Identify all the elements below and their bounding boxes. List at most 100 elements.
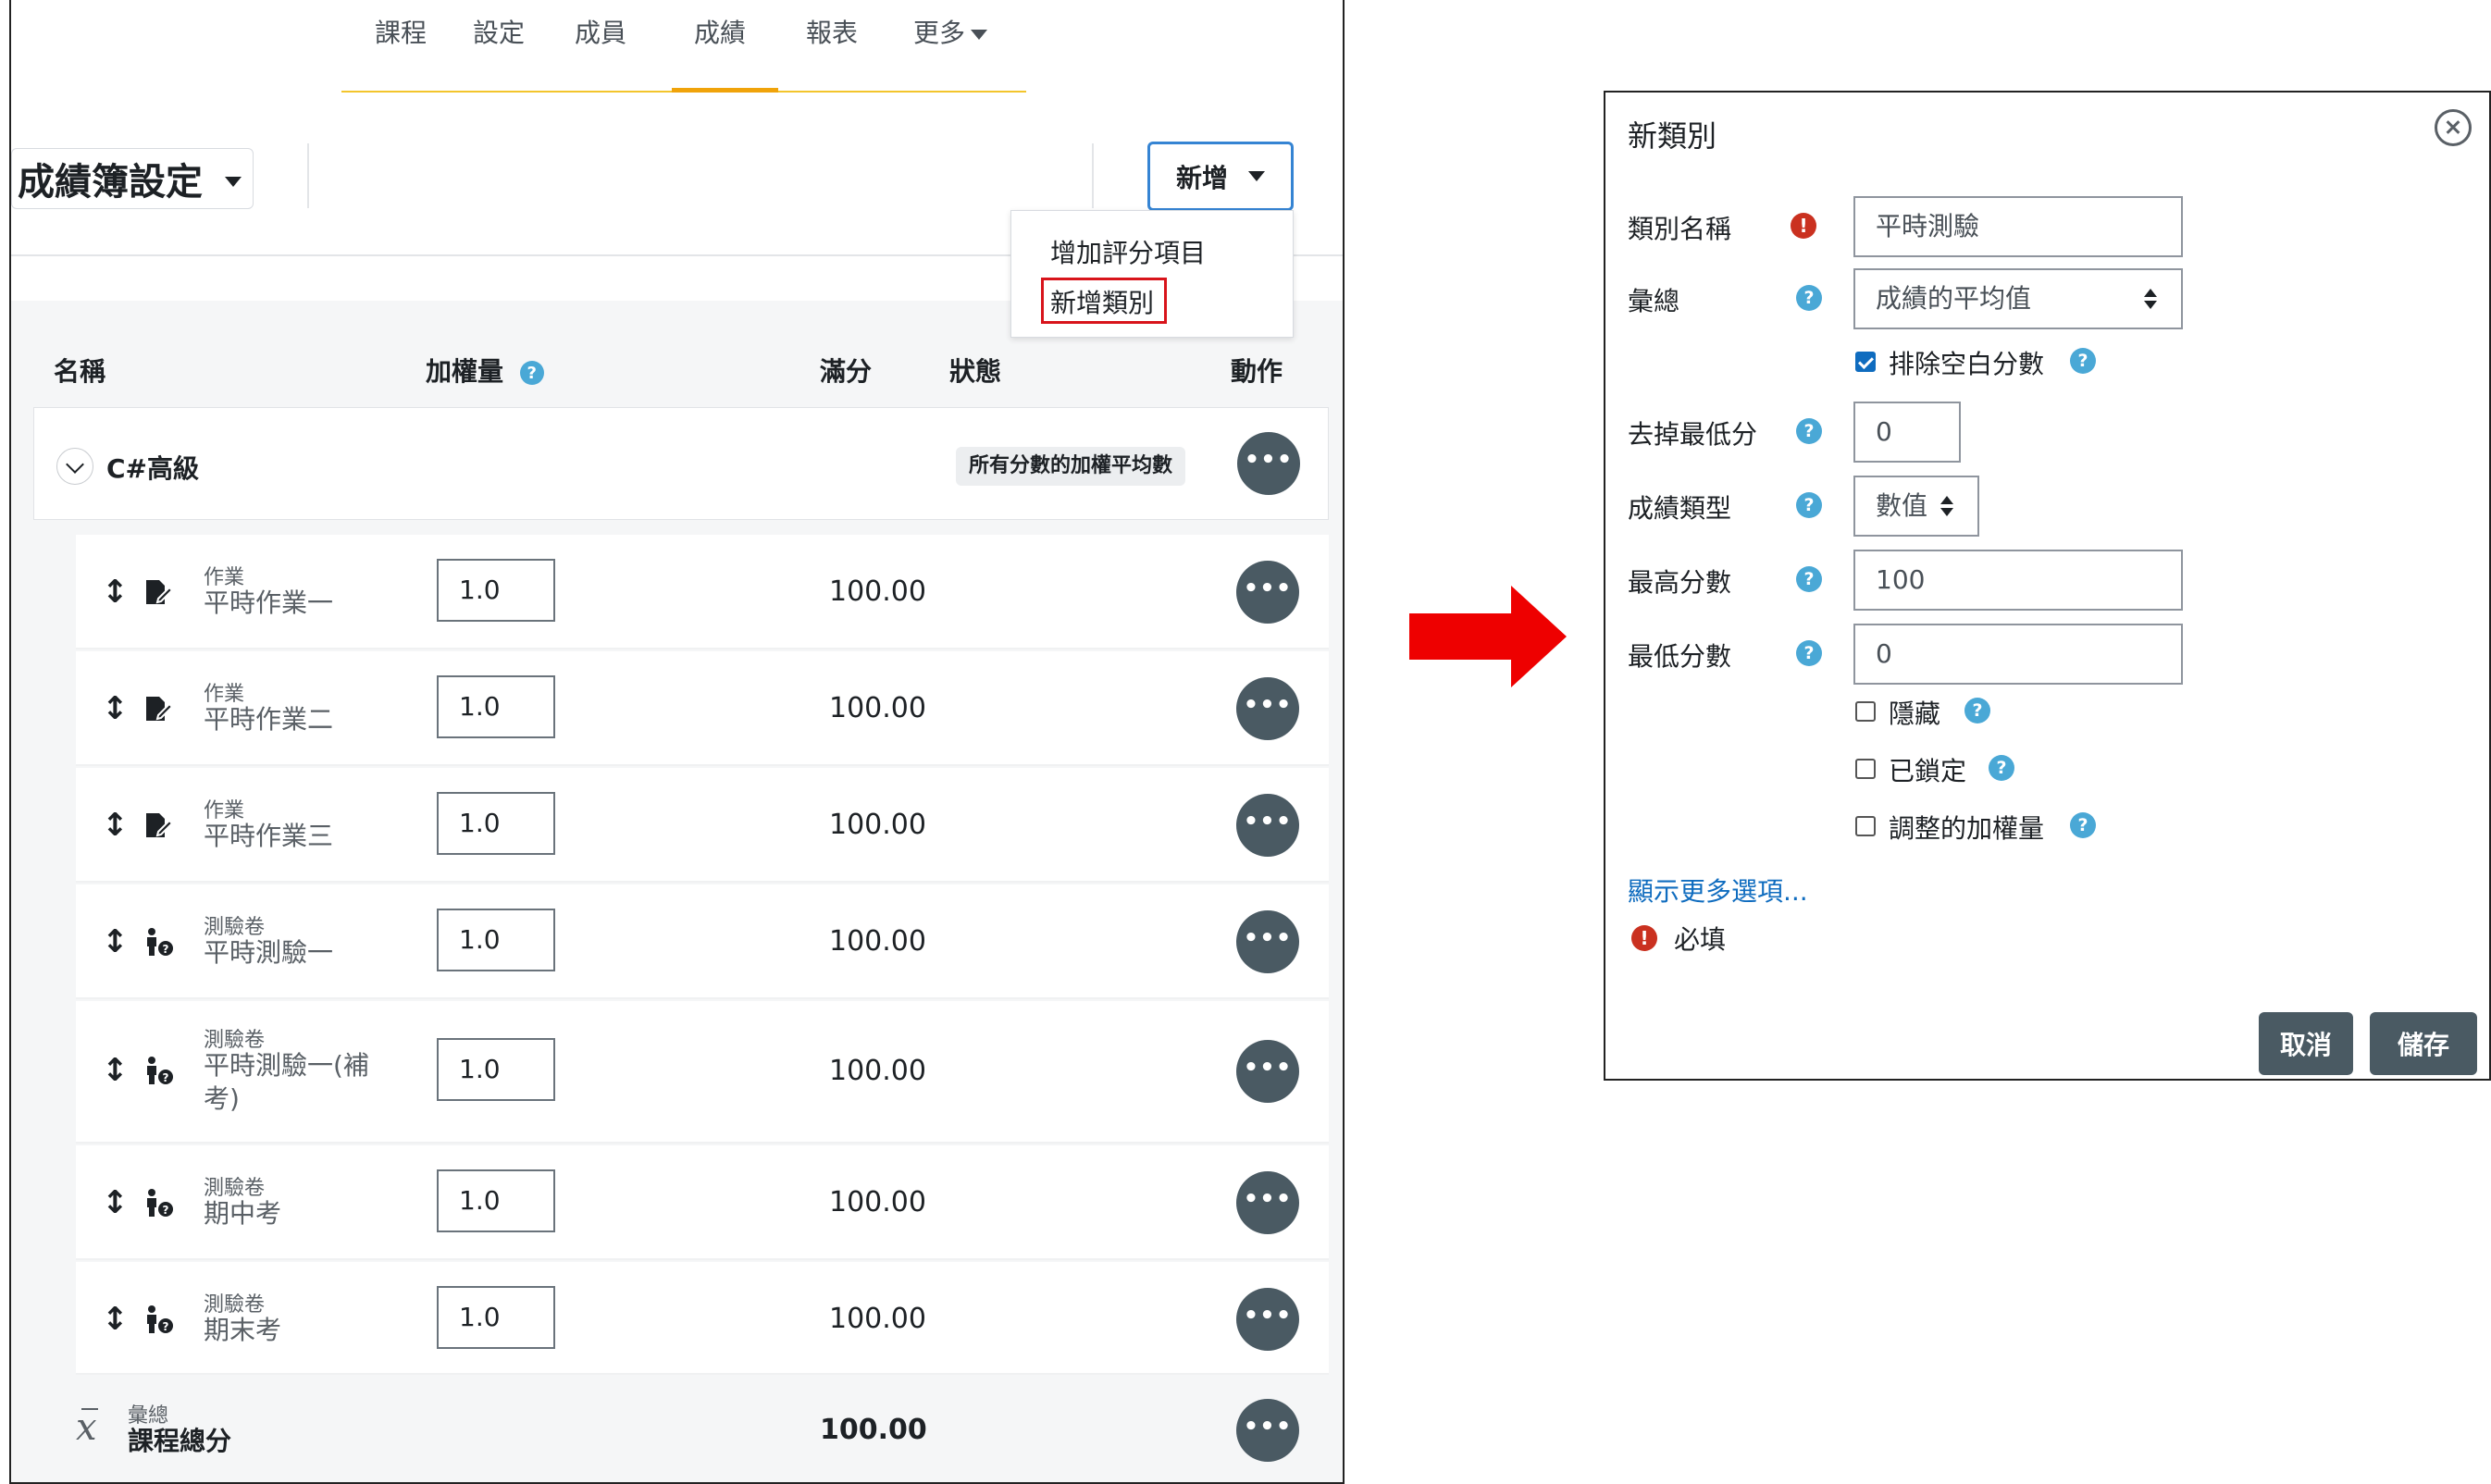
category-actions-button[interactable]: ••• [1237,432,1300,495]
weight-adjusted-checkbox[interactable] [1855,816,1876,836]
drag-handle-icon[interactable]: ↕ [102,1052,129,1089]
item-name[interactable]: 平時作業二 [204,703,333,736]
gradebook-setup-selector[interactable]: 成績簿設定 [11,148,254,209]
item-name[interactable]: 平時測驗一(補考) [204,1049,389,1116]
drag-handle-icon[interactable]: ↕ [102,574,129,611]
add-button-label: 新增 [1175,162,1228,193]
required-icon: ! [1791,213,1816,239]
close-icon[interactable] [2435,109,2472,146]
help-icon[interactable]: ? [519,361,544,385]
item-actions-button[interactable]: ••• [1236,677,1299,740]
item-actions-button[interactable]: ••• [1236,794,1299,857]
cancel-button[interactable]: 取消 [2259,1012,2353,1075]
total-actions-button[interactable]: ••• [1236,1399,1299,1462]
col-header-status: 狀態 [949,356,1002,387]
highlight-box [1041,278,1167,324]
more-icon: ••• [1243,924,1293,952]
category-name-input[interactable]: 平時測驗 [1853,196,2183,257]
help-icon[interactable]: ? [2070,812,2096,838]
drag-handle-icon[interactable]: ↕ [102,1184,129,1221]
item-name[interactable]: 平時作業一 [204,587,333,620]
drag-handle-icon[interactable]: ↕ [102,690,129,727]
aggregation-symbol-icon: x [76,1406,98,1449]
drag-handle-icon[interactable]: ↕ [102,807,129,844]
help-icon[interactable]: ? [1796,285,1822,311]
max-grade: 100.00 [829,925,926,958]
help-icon[interactable]: ? [1796,418,1822,444]
menu-add-grade-item[interactable]: 增加評分項目 [1050,233,1206,270]
label-weight-adjusted: 調整的加權量 [1889,813,2045,844]
exclude-empty-checkbox[interactable] [1855,352,1876,372]
min-grade-input[interactable]: 0 [1853,624,2183,685]
item-name[interactable]: 期末考 [204,1314,281,1347]
quiz-icon: ? [147,1305,173,1333]
collapse-chevron-icon[interactable] [56,448,93,485]
category-row: C#高級 所有分數的加權平均數 ••• [33,407,1329,520]
item-actions-button[interactable]: ••• [1236,561,1299,624]
help-icon[interactable]: ? [1796,640,1822,666]
drag-handle-icon[interactable]: ↕ [102,923,129,960]
label-grade-type: 成績類型 [1628,493,1732,524]
nav-grades[interactable]: 成績 [672,13,778,93]
grade-type-select[interactable]: 數值 [1853,476,1979,537]
save-button[interactable]: 儲存 [2370,1012,2477,1075]
new-category-dialog: 新類別 類別名稱 ! 平時測驗 彙總 ? 成績的平均值 排除空白分數 ? 去掉最… [1604,91,2491,1081]
help-icon[interactable]: ? [2070,348,2096,374]
more-icon: ••• [1243,1054,1293,1082]
nav-participants[interactable]: 成員 [575,13,626,93]
item-name[interactable]: 平時作業三 [204,820,333,853]
table-row: ↕ ? 測驗卷 平時測驗一 1.0 100.00 ••• [76,884,1329,999]
item-actions-button[interactable]: ••• [1236,1171,1299,1234]
label-hidden: 隱藏 [1889,699,1941,729]
nav-course[interactable]: 課程 [375,13,427,93]
nav-more[interactable]: 更多 [913,13,988,93]
assignment-icon [146,813,174,837]
label-drop-lowest: 去掉最低分 [1628,419,1758,450]
nav-reports[interactable]: 報表 [806,13,858,93]
more-icon: ••• [1243,1413,1293,1441]
weight-input[interactable]: 1.0 [437,1169,555,1232]
more-icon: ••• [1243,691,1293,719]
drop-lowest-input[interactable]: 0 [1853,402,1961,463]
max-grade-input[interactable]: 100 [1853,550,2183,611]
weight-input[interactable]: 1.0 [437,1286,555,1349]
assignment-icon [146,697,174,721]
course-nav: 課程 設定 成員 成績 報表 更多 [341,0,1026,93]
col-header-name: 名稱 [54,356,106,387]
locked-checkbox[interactable] [1855,759,1876,779]
weight-input[interactable]: 1.0 [437,559,555,622]
svg-text:?: ? [163,1320,169,1333]
quiz-icon: ? [147,1189,173,1217]
label-locked: 已鎖定 [1889,756,1967,786]
more-icon: ••• [1243,808,1293,835]
drag-handle-icon[interactable]: ↕ [102,1301,129,1338]
nav-more-label: 更多 [913,18,966,48]
table-row: ↕ 作業 平時作業二 1.0 100.00 ••• [76,651,1329,766]
show-more-options-link[interactable]: 顯示更多選項... [1628,872,1808,909]
item-name[interactable]: 期中考 [204,1197,281,1230]
help-icon[interactable]: ? [1796,566,1822,592]
nav-settings[interactable]: 設定 [473,13,525,93]
weight-input[interactable]: 1.0 [437,909,555,971]
item-name[interactable]: 平時測驗一 [204,936,333,970]
svg-text:?: ? [163,1071,169,1084]
hidden-checkbox[interactable] [1855,701,1876,722]
help-icon[interactable]: ? [1796,492,1822,518]
item-actions-button[interactable]: ••• [1236,910,1299,973]
assignment-icon [146,580,174,604]
item-actions-button[interactable]: ••• [1236,1040,1299,1103]
weight-input[interactable]: 1.0 [437,792,555,855]
aggregation-select[interactable]: 成績的平均值 [1853,268,2183,329]
weight-input[interactable]: 1.0 [437,1038,555,1101]
item-actions-button[interactable]: ••• [1236,1288,1299,1351]
add-button[interactable]: 新增 [1147,142,1294,211]
help-icon[interactable]: ? [1964,698,1990,723]
max-grade: 100.00 [829,1303,926,1335]
label-category-name: 類別名稱 [1628,214,1732,244]
weight-input[interactable]: 1.0 [437,675,555,738]
label-max-grade: 最高分數 [1628,567,1732,598]
help-icon[interactable]: ? [1989,755,2014,781]
required-icon: ! [1631,925,1657,951]
category-name: C#高級 [106,453,200,484]
caret-down-icon [971,29,988,40]
